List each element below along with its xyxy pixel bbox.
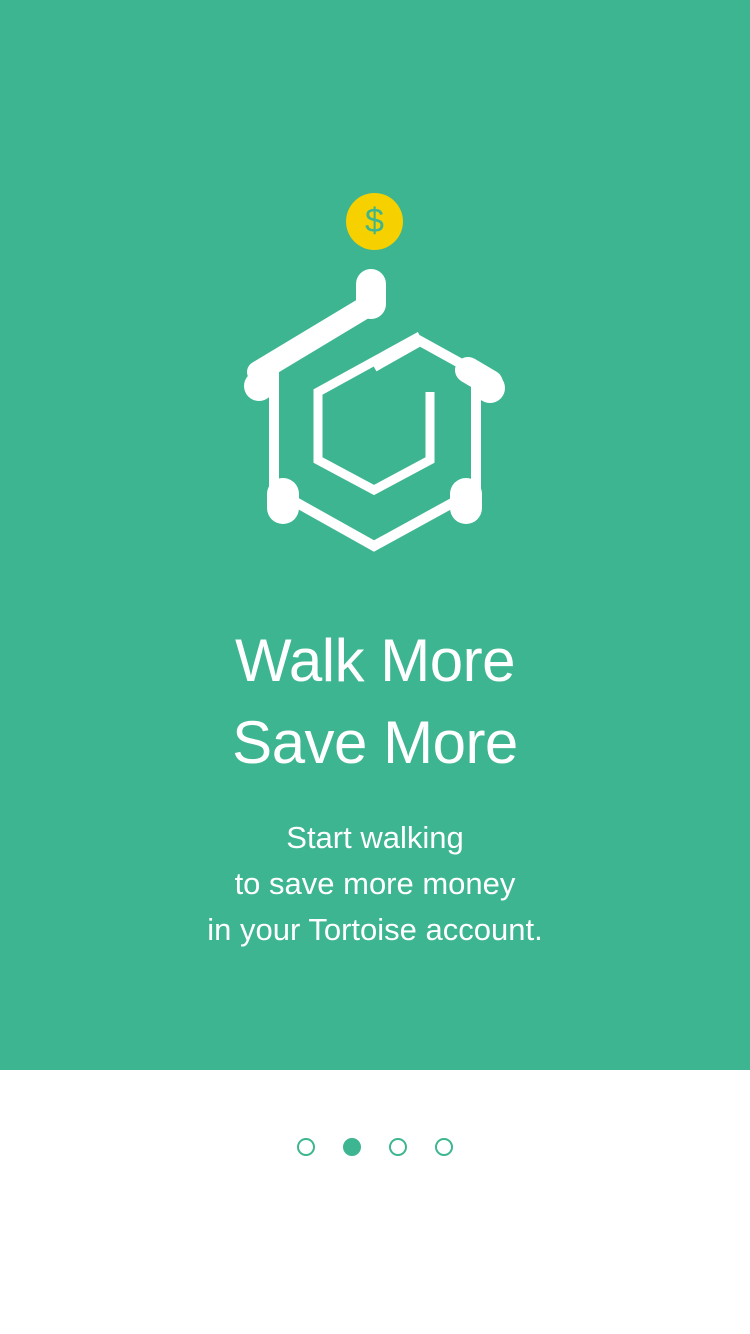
body-text-line-2: to save more money xyxy=(234,866,516,901)
tortoise-house-logo-icon xyxy=(244,269,505,552)
headline-walk-more: Walk More xyxy=(235,627,515,694)
page-indicator xyxy=(0,1138,750,1156)
page-dot-1[interactable] xyxy=(297,1138,315,1156)
body-text-line-3: in your Tortoise account. xyxy=(207,912,543,947)
hero-panel: $ Walk More Save More Start walking to s… xyxy=(0,0,750,1070)
coin-symbol: $ xyxy=(365,202,384,240)
page-dot-3[interactable] xyxy=(389,1138,407,1156)
headline-save-more: Save More xyxy=(232,709,518,776)
page-dot-4[interactable] xyxy=(435,1138,453,1156)
onboarding-screen: $ Walk More Save More Start walking to s… xyxy=(0,0,750,1334)
page-dot-2[interactable] xyxy=(343,1138,361,1156)
dollar-coin-icon: $ xyxy=(346,193,403,250)
body-text-line-1: Start walking xyxy=(286,820,464,855)
